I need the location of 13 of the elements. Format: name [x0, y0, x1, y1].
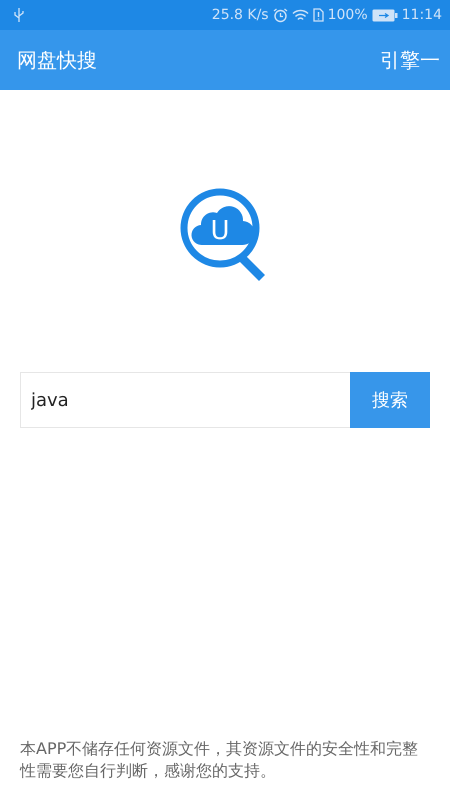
usb-icon — [14, 8, 24, 22]
clock-time: 11:14 — [402, 7, 442, 23]
wifi-icon — [292, 8, 309, 22]
search-field[interactable]: java — [20, 372, 350, 428]
search-button[interactable]: 搜索 — [350, 372, 430, 428]
alarm-icon — [272, 8, 288, 22]
sim-card-icon — [312, 8, 324, 22]
engine-button[interactable]: 引擎一 — [380, 46, 440, 74]
battery-percent: 100% — [328, 7, 368, 23]
app-title: 网盘快搜 — [17, 46, 97, 74]
battery-charging-icon — [372, 8, 398, 22]
network-speed: 25.8 K/s — [212, 7, 269, 23]
disclaimer-text: 本APP不储存任何资源文件，其资源文件的安全性和完整性需要您自行判断，感谢您的支持。 — [20, 738, 420, 782]
